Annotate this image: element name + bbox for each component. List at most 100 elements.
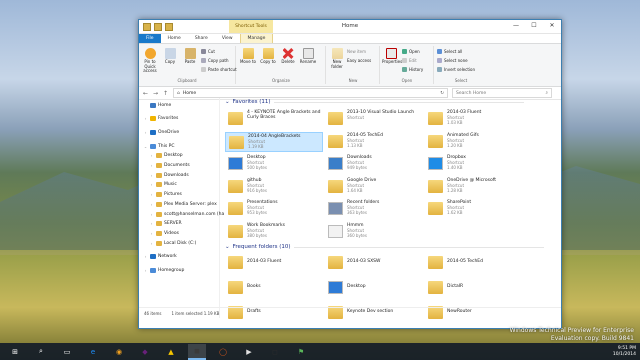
frequent-folder-item[interactable]: Desktop	[325, 278, 423, 298]
frequent-folder-item[interactable]: 2014-03 Fluent	[225, 253, 323, 273]
nav-item-local-disk-c[interactable]: › Local Disk (C:)	[149, 239, 196, 247]
app-icon[interactable]: ◯	[214, 345, 232, 359]
frequent-folders-section-header[interactable]: ⌄ Frequent folders (10)	[225, 244, 544, 250]
move-to-button[interactable]: Move to	[239, 48, 257, 65]
history-button[interactable]: History	[402, 67, 423, 72]
visual-studio-icon[interactable]: ◆	[136, 345, 154, 359]
rename-button[interactable]: Rename	[299, 48, 317, 65]
app-icon[interactable]: ⚑	[292, 345, 310, 359]
nav-item-network[interactable]: › Network	[143, 253, 177, 261]
chevron-icon[interactable]: ›	[149, 231, 154, 236]
breadcrumb-home[interactable]: Home	[183, 91, 196, 96]
favorite-item[interactable]: github Shortcut 916 bytes	[225, 177, 323, 197]
back-button[interactable]: ←	[143, 90, 149, 97]
nav-item-pictures[interactable]: › Pictures	[149, 191, 182, 199]
forward-button[interactable]: →	[153, 90, 159, 97]
minimize-button[interactable]: —	[507, 20, 525, 32]
chevron-icon[interactable]: ›	[149, 173, 154, 178]
favorite-item[interactable]: 2014-03 Fluent Shortcut 1.03 KB	[425, 109, 523, 129]
nav-item-onedrive[interactable]: › OneDrive	[143, 128, 179, 136]
nav-item-server[interactable]: › SERVER	[149, 220, 182, 228]
tab-view[interactable]: View	[215, 34, 240, 43]
nav-item-documents[interactable]: › Documents	[149, 162, 190, 170]
favorite-item[interactable]: SharePoint Shortcut 1.62 KB	[425, 199, 523, 219]
open-button[interactable]: Open	[402, 49, 420, 54]
app-icon[interactable]: ▲	[162, 345, 180, 359]
system-clock[interactable]: 9:51 PM 10/1/2014	[613, 346, 636, 358]
favorites-section-header[interactable]: ⌄ Favorites (11)	[225, 99, 524, 105]
favorite-item[interactable]: 2014-04 AngleBrackets Shortcut 1.19 KB	[225, 131, 323, 152]
properties-button[interactable]: Properties	[382, 48, 402, 65]
favorite-item[interactable]: Downloads Shortcut 949 bytes	[325, 154, 423, 174]
terminal-icon[interactable]: ◻	[266, 345, 284, 359]
invert-selection-button[interactable]: Invert selection	[437, 67, 475, 72]
nav-item-music[interactable]: › Music	[149, 181, 177, 189]
chevron-icon[interactable]: ⌄	[143, 144, 148, 149]
pin-button[interactable]: Pin to Quick access	[141, 48, 159, 74]
chevron-icon[interactable]: ›	[143, 130, 148, 135]
favorite-item[interactable]: Dropbox Shortcut 1.40 KB	[425, 154, 523, 174]
favorite-item[interactable]: 2014-05 TechEd Shortcut 1.13 KB	[325, 132, 423, 152]
firefox-icon[interactable]: ◉	[110, 345, 128, 359]
favorite-item[interactable]: Desktop Shortcut 500 bytes	[225, 154, 323, 174]
nav-item-this-pc[interactable]: ⌄ This PC	[143, 142, 174, 150]
task-view-button[interactable]: ▭	[58, 345, 76, 359]
easy-access-button[interactable]: Easy access	[347, 58, 371, 63]
favorite-item[interactable]: 4 - KEYNOTE Angle Brackets and Curly Bra…	[225, 109, 323, 129]
nav-item-downloads[interactable]: › Downloads	[149, 171, 189, 179]
chevron-icon[interactable]: ›	[149, 192, 154, 197]
tab-home[interactable]: Home	[161, 34, 188, 43]
frequent-folder-item[interactable]: 2014-03 SXSW	[325, 253, 423, 273]
select-none-button[interactable]: Select none	[437, 58, 468, 63]
tab-share[interactable]: Share	[188, 34, 215, 43]
chevron-icon[interactable]: ›	[149, 153, 154, 158]
chevron-icon[interactable]: ›	[143, 254, 148, 259]
search-button[interactable]: ⌕	[32, 345, 50, 359]
favorite-item[interactable]: Google Drive Shortcut 1.64 KB	[325, 177, 423, 197]
chevron-icon[interactable]: ›	[149, 182, 154, 187]
favorite-item[interactable]: OneDrive @ Microsoft Shortcut 1.28 KB	[425, 177, 523, 197]
copy-path-button[interactable]: Copy path	[201, 58, 229, 63]
favorite-item[interactable]: Animated Gifs Shortcut 1.20 KB	[425, 132, 523, 152]
chevron-icon[interactable]: ›	[149, 163, 154, 168]
paste-shortcut-button[interactable]: Paste shortcut	[201, 67, 237, 72]
nav-item-plex-media-server-plex[interactable]: › Plex Media Server: plex	[149, 200, 217, 208]
favorite-item[interactable]: Work Bookmarks Shortcut 380 bytes	[225, 222, 323, 242]
favorite-item[interactable]: Recent folders Shortcut 363 bytes	[325, 199, 423, 219]
copy-button[interactable]: Copy	[161, 48, 179, 65]
close-button[interactable]: ✕	[543, 20, 561, 32]
nav-item-homegroup[interactable]: › Homegroup	[143, 267, 184, 275]
search-input[interactable]: Search Home ⌕	[452, 88, 552, 98]
chevron-icon[interactable]: ›	[143, 116, 148, 121]
refresh-button[interactable]: ↻	[440, 91, 447, 96]
internet-explorer-icon[interactable]: e	[84, 345, 102, 359]
nav-item-home[interactable]: Home	[143, 101, 171, 109]
select-all-button[interactable]: Select all	[437, 49, 462, 54]
maximize-button[interactable]: ☐	[525, 20, 543, 32]
nav-item-favorites[interactable]: › Favorites	[143, 115, 178, 123]
cut-button[interactable]: Cut	[201, 49, 215, 54]
frequent-folder-item[interactable]: 2014-05 TechEd	[425, 253, 523, 273]
new-folder-button[interactable]: New folder	[328, 48, 346, 69]
up-button[interactable]: ↑	[163, 90, 169, 97]
paste-button[interactable]: Paste	[181, 48, 199, 65]
chevron-icon[interactable]: ›	[149, 202, 154, 207]
favorite-item[interactable]: Hmmm Shortcut 360 bytes	[325, 222, 423, 242]
nav-item-desktop[interactable]: › Desktop	[149, 152, 183, 160]
app-icon[interactable]: ▶	[240, 345, 258, 359]
delete-button[interactable]: Delete	[279, 48, 297, 65]
new-item-button[interactable]: New item	[347, 49, 366, 54]
address-bar[interactable]: ⌂ Home ↻	[173, 88, 448, 98]
nav-item-videos[interactable]: › Videos	[149, 229, 179, 237]
nav-item-scott-hanselman-com-ha[interactable]: › scott@hanselman.com (ha	[149, 210, 224, 218]
frequent-folder-item[interactable]: Books	[225, 278, 323, 298]
chevron-icon[interactable]: ›	[149, 221, 154, 226]
chevron-icon[interactable]: ›	[149, 241, 154, 246]
tab-manage[interactable]: Manage	[239, 34, 274, 43]
start-button[interactable]: ⊞	[6, 345, 24, 359]
edit-button[interactable]: Edit	[402, 58, 417, 63]
copy-to-button[interactable]: Copy to	[259, 48, 277, 65]
tab-file[interactable]: File	[139, 34, 161, 43]
file-explorer-icon[interactable]: ◼	[188, 343, 206, 360]
frequent-folder-item[interactable]: DictaIR	[425, 278, 523, 298]
